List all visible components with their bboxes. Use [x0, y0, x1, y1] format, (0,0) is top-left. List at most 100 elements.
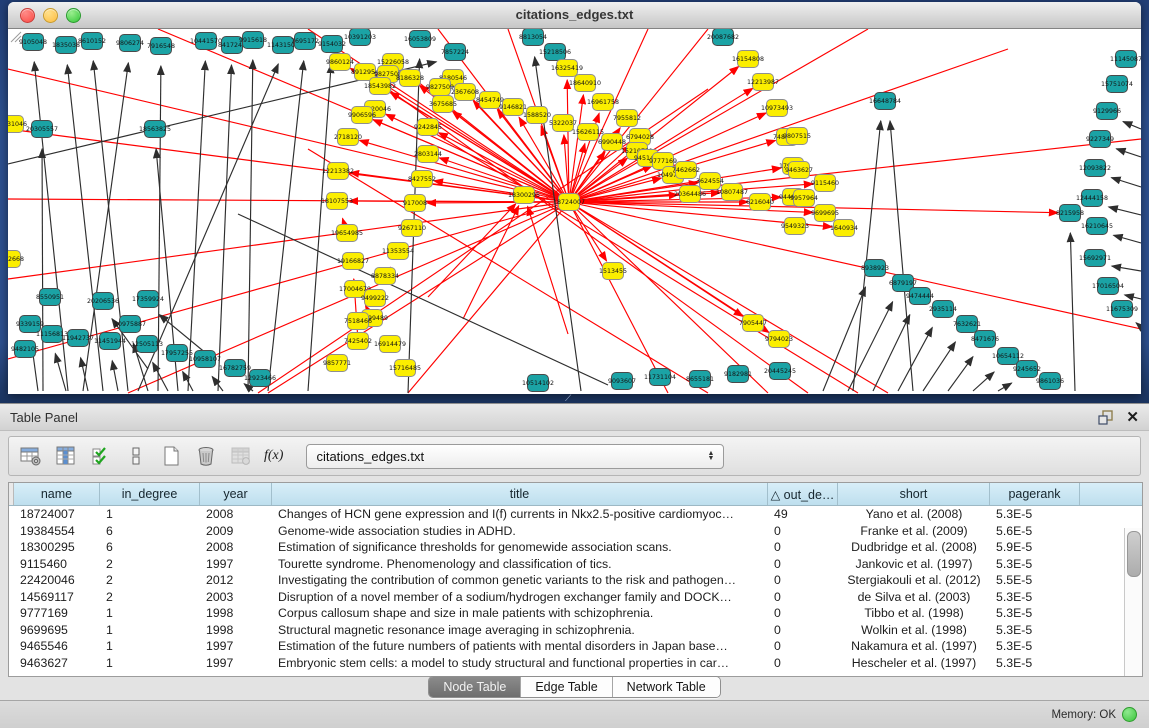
cell-short[interactable]: Jankovic et al. (1997)	[838, 557, 990, 571]
graph-node[interactable]: 2935114	[929, 301, 957, 318]
graph-node[interactable]: 8813054	[519, 29, 547, 46]
graph-node[interactable]: 8215958	[1056, 205, 1084, 222]
cell-out-de-[interactable]: 0	[768, 656, 838, 670]
graph-node[interactable]: 2803144	[414, 146, 442, 163]
table-row[interactable]: 946554611997Estimation of the future num…	[9, 638, 1142, 655]
graph-node[interactable]: 7425402	[344, 333, 372, 350]
graph-node[interactable]: 7857224	[441, 44, 469, 61]
graph-node[interactable]: 16648784	[869, 93, 901, 110]
graph-node[interactable]: 16325419	[551, 60, 583, 77]
graph-node[interactable]: 9267110	[398, 220, 426, 237]
graph-node[interactable]: 10514102	[522, 375, 554, 392]
graph-node[interactable]: 16053809	[404, 31, 436, 48]
graph-node[interactable]: 15751074	[1101, 76, 1133, 93]
graph-node[interactable]: 9093607	[608, 373, 636, 390]
cell-title[interactable]: Genome-wide association studies in ADHD.	[272, 524, 768, 538]
cell-short[interactable]: Tibbo et al. (1998)	[838, 606, 990, 620]
graph-node[interactable]: 1588520	[523, 107, 551, 124]
cell-pagerank[interactable]: 5.3E-5	[990, 590, 1080, 604]
graph-node[interactable]: 16961758	[587, 94, 619, 111]
cell-title[interactable]: Changes of HCN gene expression and I(f) …	[272, 507, 768, 521]
graph-node[interactable]: 12093822	[1079, 160, 1111, 177]
cell-title[interactable]: Embryonic stem cells: a model to study s…	[272, 656, 768, 670]
graph-node[interactable]: 15692971	[1079, 250, 1111, 267]
cell-in-degree[interactable]: 1	[100, 623, 200, 637]
cell-in-degree[interactable]: 1	[100, 507, 200, 521]
column-header-title[interactable]: title	[272, 483, 768, 505]
graph-node[interactable]: 18640910	[569, 75, 601, 92]
cell-pagerank[interactable]: 5.6E-5	[990, 524, 1080, 538]
network-canvas[interactable]: 9105048183503886101529806274791654810441…	[8, 29, 1141, 394]
column-header-in-degree[interactable]: in_degree	[100, 483, 200, 505]
cell-pagerank[interactable]: 5.3E-5	[990, 639, 1080, 653]
graph-node[interactable]: 7905447	[739, 315, 767, 332]
graph-node[interactable]: 16154808	[732, 51, 764, 68]
cell-year[interactable]: 2008	[200, 507, 272, 521]
cell-name[interactable]: 14569117	[14, 590, 100, 604]
cell-title[interactable]: Estimation of significance thresholds fo…	[272, 540, 768, 554]
graph-node[interactable]: 9794023	[765, 331, 793, 348]
cell-in-degree[interactable]: 1	[100, 606, 200, 620]
float-panel-icon[interactable]	[1098, 410, 1114, 425]
graph-node[interactable]: 7632621	[953, 316, 981, 333]
graph-node[interactable]: 7518466	[344, 313, 372, 330]
graph-node[interactable]: 8878334	[371, 268, 399, 285]
cell-name[interactable]: 9465546	[14, 639, 100, 653]
graph-node[interactable]: 7462662	[672, 162, 700, 179]
graph-node[interactable]: 9857771	[323, 355, 351, 372]
table-row[interactable]: 969969511998Structural magnetic resonanc…	[9, 622, 1142, 639]
cell-year[interactable]: 1998	[200, 606, 272, 620]
zoom-window-button[interactable]	[66, 8, 81, 23]
graph-node[interactable]: 9227349	[1086, 131, 1114, 148]
graph-node[interactable]: 6216040	[746, 194, 774, 211]
graph-node[interactable]: 9463627	[785, 162, 813, 179]
graph-node[interactable]: 9549323	[781, 218, 809, 235]
graph-node[interactable]: 15716485	[389, 360, 421, 377]
graph-node[interactable]: 12213987	[747, 74, 779, 91]
graph-node[interactable]: 10391203	[344, 29, 376, 46]
graph-node[interactable]: 9129966	[1093, 103, 1121, 120]
graph-node[interactable]: 9699695	[811, 205, 839, 222]
cell-short[interactable]: Dudbridge et al. (2008)	[838, 540, 990, 554]
cell-pagerank[interactable]: 5.3E-5	[990, 557, 1080, 571]
cell-short[interactable]: Nakamura et al. (1997)	[838, 639, 990, 653]
graph-node[interactable]: 9915618	[239, 32, 267, 49]
table-scrollbar-thumb[interactable]	[1127, 531, 1141, 577]
graph-node[interactable]: 10973493	[761, 100, 793, 117]
cell-title[interactable]: Tourette syndrome. Phenomenology and cla…	[272, 557, 768, 571]
graph-node[interactable]: 20206536	[87, 293, 119, 310]
graph-node[interactable]: 9827509	[426, 79, 454, 96]
cell-name[interactable]: 19384554	[14, 524, 100, 538]
graph-node[interactable]: 9474444	[906, 288, 934, 305]
tab-network-table[interactable]: Network Table	[613, 677, 720, 697]
minimize-window-button[interactable]	[43, 8, 58, 23]
cell-out-de-[interactable]: 0	[768, 557, 838, 571]
select-columns-icon[interactable]	[89, 445, 113, 467]
graph-node[interactable]: 8550951	[36, 289, 64, 306]
graph-node[interactable]: 9861036	[1036, 373, 1064, 390]
column-header-out-de-[interactable]: △ out_de…	[768, 483, 838, 505]
graph-node[interactable]: 9482105	[11, 341, 39, 358]
cell-year[interactable]: 2008	[200, 540, 272, 554]
cell-out-de-[interactable]: 0	[768, 573, 838, 587]
cell-title[interactable]: Corpus callosum shape and size in male p…	[272, 606, 768, 620]
cell-short[interactable]: Wolkin et al. (1998)	[838, 623, 990, 637]
graph-node[interactable]: 8186328	[396, 70, 424, 87]
show-column-icon[interactable]	[54, 445, 78, 467]
table-row[interactable]: 911546021997Tourette syndrome. Phenomeno…	[9, 556, 1142, 573]
cell-year[interactable]: 2003	[200, 590, 272, 604]
graph-node[interactable]: 12213382	[322, 163, 354, 180]
cell-short[interactable]: Yano et al. (2008)	[838, 507, 990, 521]
graph-node[interactable]: 16914479	[374, 336, 406, 353]
cell-short[interactable]: Hescheler et al. (1997)	[838, 656, 990, 670]
graph-node[interactable]: 19166827	[337, 253, 369, 270]
close-panel-icon[interactable]: ✕	[1126, 410, 1139, 425]
cell-name[interactable]: 9699695	[14, 623, 100, 637]
graph-node[interactable]: 10975887	[114, 316, 146, 333]
graph-node[interactable]: 9339159	[16, 316, 44, 333]
graph-node[interactable]: 3624554	[696, 173, 724, 190]
graph-node[interactable]: 9242845	[414, 119, 442, 136]
graph-node[interactable]: 11353554	[382, 243, 414, 260]
delete-table-icon[interactable]	[194, 445, 218, 467]
table-row[interactable]: 946362711997Embryonic stem cells: a mode…	[9, 655, 1142, 672]
